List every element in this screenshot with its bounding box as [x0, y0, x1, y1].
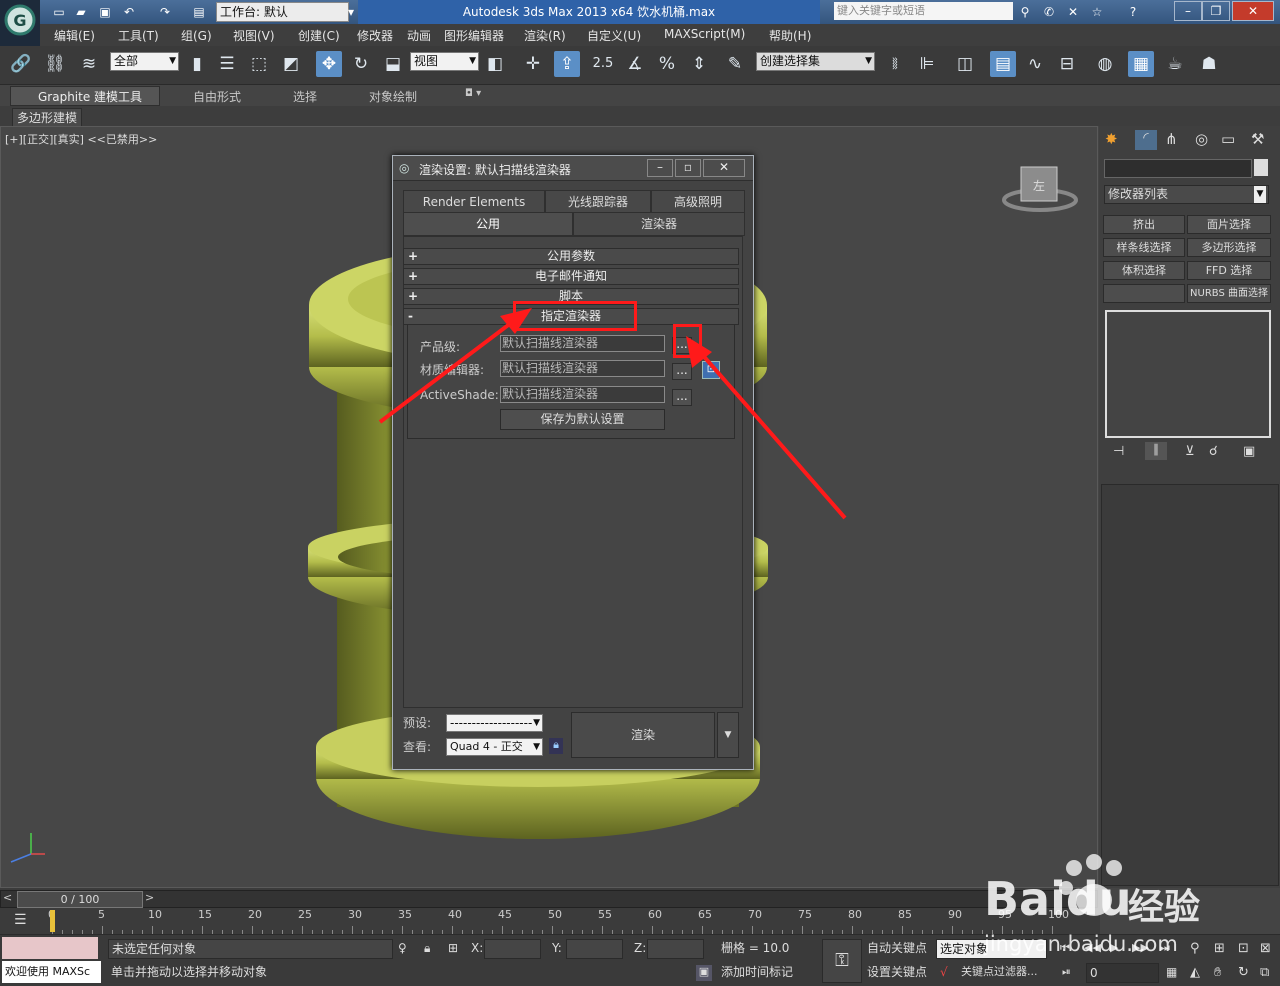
timeline-tick-label: 65 — [698, 908, 712, 921]
timeline-tick-label: 80 — [848, 908, 862, 921]
timeline-tick-label: 30 — [348, 908, 362, 921]
orbit-icon[interactable]: ↻ — [1238, 965, 1249, 980]
track-bar[interactable]: 0510152025303540455055606570758085909510… — [44, 908, 1094, 935]
timeline-tick — [152, 926, 153, 934]
timeline-tick-label: 40 — [448, 908, 462, 921]
timeline-tick — [802, 926, 803, 934]
maxscript-listener-pink[interactable] — [2, 937, 98, 959]
current-frame-field[interactable]: 0 — [1086, 963, 1159, 983]
key-filter-curve-icon: √ — [940, 965, 948, 979]
y-label: Y: — [552, 941, 562, 955]
time-slider-prev-icon[interactable]: < — [3, 891, 12, 904]
zoom-extents-icon[interactable]: ⊡ — [1238, 941, 1249, 956]
key-mode-toggle-icon[interactable]: ⏯ — [1062, 965, 1071, 979]
auto-key-button[interactable]: 自动关键点 — [864, 939, 933, 957]
timeline-tick-label: 60 — [648, 908, 662, 921]
timeline-tick — [702, 926, 703, 934]
add-time-tag-text[interactable]: 添加时间标记 — [718, 963, 817, 981]
timeline-tick — [902, 926, 903, 934]
z-label: Z: — [634, 941, 647, 955]
key-mode-dropdown[interactable]: 选定对象 — [936, 939, 1047, 959]
status-bar: 欢迎使用 MAXSc 未选定任何对象 单击并拖动以选择并移动对象 ♀ 🔒︎ ⊞ … — [0, 934, 1280, 986]
timeline-tick-label: 55 — [598, 908, 612, 921]
timeline-tick-label: 15 — [198, 908, 212, 921]
pan-view-icon[interactable]: ✋︎ — [1214, 965, 1221, 980]
time-tag-icon[interactable]: ▣ — [696, 965, 712, 981]
zoom-extents-all-icon[interactable]: ⊠ — [1260, 941, 1271, 956]
time-slider-next-icon[interactable]: > — [145, 891, 154, 904]
timeline-tick-label: 10 — [148, 908, 162, 921]
timeline-tick-label: 95 — [998, 908, 1012, 921]
timeline-tick-label: 20 — [248, 908, 262, 921]
timeline-tick — [602, 926, 603, 934]
prompt-hint-text: 单击并拖动以选择并移动对象 — [108, 963, 691, 981]
previous-frame-icon[interactable]: ◀◀ — [1084, 941, 1101, 954]
frame-counter: 0 / 100 — [60, 893, 100, 906]
current-time-marker[interactable] — [50, 910, 55, 932]
timeline: < 0 / 100 > ☰ 05101520253035404550556065… — [0, 888, 1100, 935]
zoom-all-icon[interactable]: ⊞ — [1214, 941, 1225, 956]
timeline-tick — [452, 926, 453, 934]
timeline-tick-label: 100 — [1048, 908, 1069, 921]
timeline-tick-label: 75 — [798, 908, 812, 921]
timeline-tick-label: 25 — [298, 908, 312, 921]
selection-status-text: 未选定任何对象 — [108, 939, 393, 959]
selection-lock-icon[interactable]: 🔒︎ — [424, 941, 430, 956]
time-slider-track[interactable]: < 0 / 100 > — [0, 890, 1098, 908]
time-config-icon[interactable]: ▦ — [1166, 965, 1177, 979]
timeline-tick — [1052, 926, 1053, 934]
go-to-end-icon[interactable]: ⏭ — [1160, 941, 1170, 955]
isolate-selection-icon[interactable]: ♀ — [398, 941, 407, 955]
set-key-icon[interactable]: ⚿ — [822, 939, 862, 983]
absolute-mode-icon[interactable]: ⊞ — [448, 941, 458, 955]
time-slider-thumb[interactable]: 0 / 100 — [17, 891, 143, 908]
z-coordinate-field[interactable] — [647, 939, 704, 959]
play-icon[interactable]: ▶ — [1110, 941, 1118, 954]
maxscript-mini-listener[interactable]: 欢迎使用 MAXSc — [2, 961, 101, 983]
zoom-icon[interactable]: ⚲ — [1190, 941, 1200, 956]
timeline-tick — [752, 926, 753, 934]
timeline-tick — [102, 926, 103, 934]
timeline-tick — [352, 926, 353, 934]
timeline-tick — [652, 926, 653, 934]
annotation-arrows — [378, 308, 847, 520]
maximize-viewport-icon[interactable]: ⧉ — [1260, 965, 1269, 980]
timeline-tick-label: 85 — [898, 908, 912, 921]
x-coordinate-field[interactable] — [484, 939, 541, 959]
grid-size-text: 栅格 = 10.0 — [718, 939, 817, 957]
timeline-tick — [302, 926, 303, 934]
timeline-tick — [952, 926, 953, 934]
timeline-tick — [552, 926, 553, 934]
timeline-tick — [502, 926, 503, 934]
x-label: X: — [471, 941, 484, 955]
timeline-tick-label: 45 — [498, 908, 512, 921]
timeline-tick-label: 5 — [98, 908, 105, 921]
timeline-tick-label: 35 — [398, 908, 412, 921]
y-coordinate-field[interactable] — [566, 939, 623, 959]
timeline-tick — [852, 926, 853, 934]
timeline-tick — [402, 926, 403, 934]
field-of-view-icon[interactable]: ◭ — [1190, 965, 1200, 980]
timeline-tick-label: 70 — [748, 908, 762, 921]
timeline-tick — [202, 926, 203, 934]
timeline-tick — [252, 926, 253, 934]
timeline-tick-label: 50 — [548, 908, 562, 921]
set-key-button[interactable]: 设置关键点 — [864, 963, 933, 981]
timeline-tick — [1002, 926, 1003, 934]
key-filters-button[interactable]: 关键点过滤器... — [958, 963, 1049, 981]
go-to-start-icon[interactable]: ⏮ — [1060, 941, 1070, 955]
timeline-tick-label: 90 — [948, 908, 962, 921]
mini-curve-editor-icon[interactable]: ☰ — [14, 912, 27, 928]
next-frame-icon[interactable]: ▶▶ — [1132, 941, 1149, 954]
